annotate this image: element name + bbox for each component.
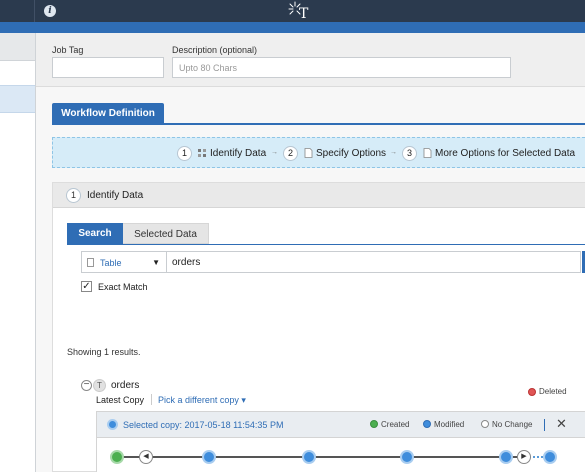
description-label: Description (optional) — [172, 45, 258, 55]
modified-legend-icon — [423, 420, 431, 428]
accent-bar — [0, 22, 585, 33]
svg-text:T: T — [299, 6, 309, 22]
workflow-tab-underline — [52, 123, 585, 125]
step-label: Identify Data — [210, 147, 267, 159]
selected-copy-text: Selected copy: 2017-05-18 11:54:35 PM — [123, 420, 284, 430]
section-number: 1 — [66, 188, 81, 203]
timeline-node[interactable] — [302, 450, 316, 464]
copy-timeline: ◀ ▶ — [97, 438, 585, 472]
legend-separator — [544, 419, 545, 431]
divider — [151, 394, 152, 405]
timeline-track — [117, 456, 517, 458]
exact-match-checkbox[interactable]: ✓ — [81, 281, 92, 292]
selected-copy-icon — [107, 419, 118, 430]
job-tag-input[interactable] — [52, 57, 164, 78]
timeline-node[interactable] — [400, 450, 414, 464]
sidebar-selected-item[interactable] — [0, 85, 35, 113]
copy-selector: Selected copy: 2017-05-18 11:54:35 PM Cr… — [96, 411, 585, 472]
step-number: 1 — [177, 145, 192, 161]
chevron-down-icon: ▼ — [152, 258, 160, 267]
job-tag-label: Job Tag — [52, 45, 84, 55]
object-type-select[interactable]: Table ▼ — [81, 251, 167, 273]
step-arrow-icon: → — [390, 149, 397, 156]
pick-different-copy-link[interactable]: Pick a different copy ▾ — [158, 395, 246, 406]
chevron-down-icon: ▾ — [241, 395, 246, 405]
created-legend-icon — [370, 420, 378, 428]
workflow-definition-tab[interactable]: Workflow Definition — [52, 103, 164, 124]
latest-copy-label: Latest Copy — [96, 395, 145, 405]
identify-data-panel: 1 Identify Data Search Selected Data Tab… — [52, 182, 585, 472]
topbar-separator — [34, 0, 35, 22]
description-input[interactable]: Upto 80 Chars — [172, 57, 511, 78]
no-change-legend-icon — [481, 420, 489, 428]
object-type-value: Table — [100, 258, 122, 268]
step-number: 2 — [283, 145, 298, 161]
step-label: More Options for Selected Data — [435, 147, 576, 159]
info-icon[interactable]: i — [44, 5, 56, 17]
section-title: Identify Data — [87, 190, 144, 201]
sparkle-t-logo: T — [288, 1, 309, 22]
legend-deleted-wrap: Deleted — [528, 387, 585, 399]
identify-data-icon — [198, 149, 206, 157]
step-more-options[interactable]: 3 More Options for Selected Data — [402, 145, 575, 161]
search-input[interactable]: orders — [167, 251, 581, 273]
main-content: Job Tag Description (optional) Upto 80 C… — [36, 33, 585, 472]
timeline-node-selected[interactable] — [543, 450, 557, 464]
pick-copy-label: Pick a different copy — [158, 395, 239, 405]
tab-underline — [67, 244, 585, 245]
document-icon — [304, 148, 313, 158]
step-identify-data[interactable]: 1 Identify Data — [177, 145, 266, 161]
job-form-row: Job Tag Description (optional) Upto 80 C… — [36, 33, 585, 87]
result-name[interactable]: orders — [111, 380, 139, 391]
document-icon — [423, 148, 432, 158]
timeline-next-icon[interactable]: ▶ — [517, 450, 531, 464]
step-arrow-icon: → — [271, 149, 278, 156]
deleted-legend-icon — [528, 388, 536, 396]
sidebar-header — [0, 33, 35, 61]
exact-match-label: Exact Match — [98, 282, 148, 292]
timeline-prev-icon[interactable]: ◀ — [139, 450, 153, 464]
copy-selector-header: Selected copy: 2017-05-18 11:54:35 PM Cr… — [97, 412, 585, 438]
workflow-steps-bar: 1 Identify Data → 2 Specify Options → 3 … — [52, 137, 585, 168]
close-icon[interactable]: ✕ — [556, 416, 567, 432]
step-number: 3 — [402, 145, 417, 161]
legend-created: Created — [381, 420, 410, 429]
step-label: Specify Options — [316, 147, 387, 159]
timeline-node[interactable] — [202, 450, 216, 464]
legend-no-change: No Change — [492, 420, 533, 429]
top-navigation-bar: i T — [0, 0, 585, 22]
collapse-icon[interactable]: − — [81, 380, 92, 391]
table-type-badge: T — [93, 379, 106, 392]
timeline-node[interactable] — [499, 450, 513, 464]
identify-data-header: 1 Identify Data — [53, 183, 585, 208]
legend-deleted: Deleted — [539, 387, 567, 396]
timeline-node-created[interactable] — [110, 450, 124, 464]
left-sidebar — [0, 33, 36, 472]
results-count: Showing 1 results. — [67, 347, 141, 357]
legend-modified: Modified — [434, 420, 465, 429]
tab-search[interactable]: Search — [67, 223, 123, 244]
step-specify-options[interactable]: 2 Specify Options — [283, 145, 386, 161]
table-doc-icon — [87, 258, 94, 267]
tab-selected-data[interactable]: Selected Data — [123, 223, 209, 244]
